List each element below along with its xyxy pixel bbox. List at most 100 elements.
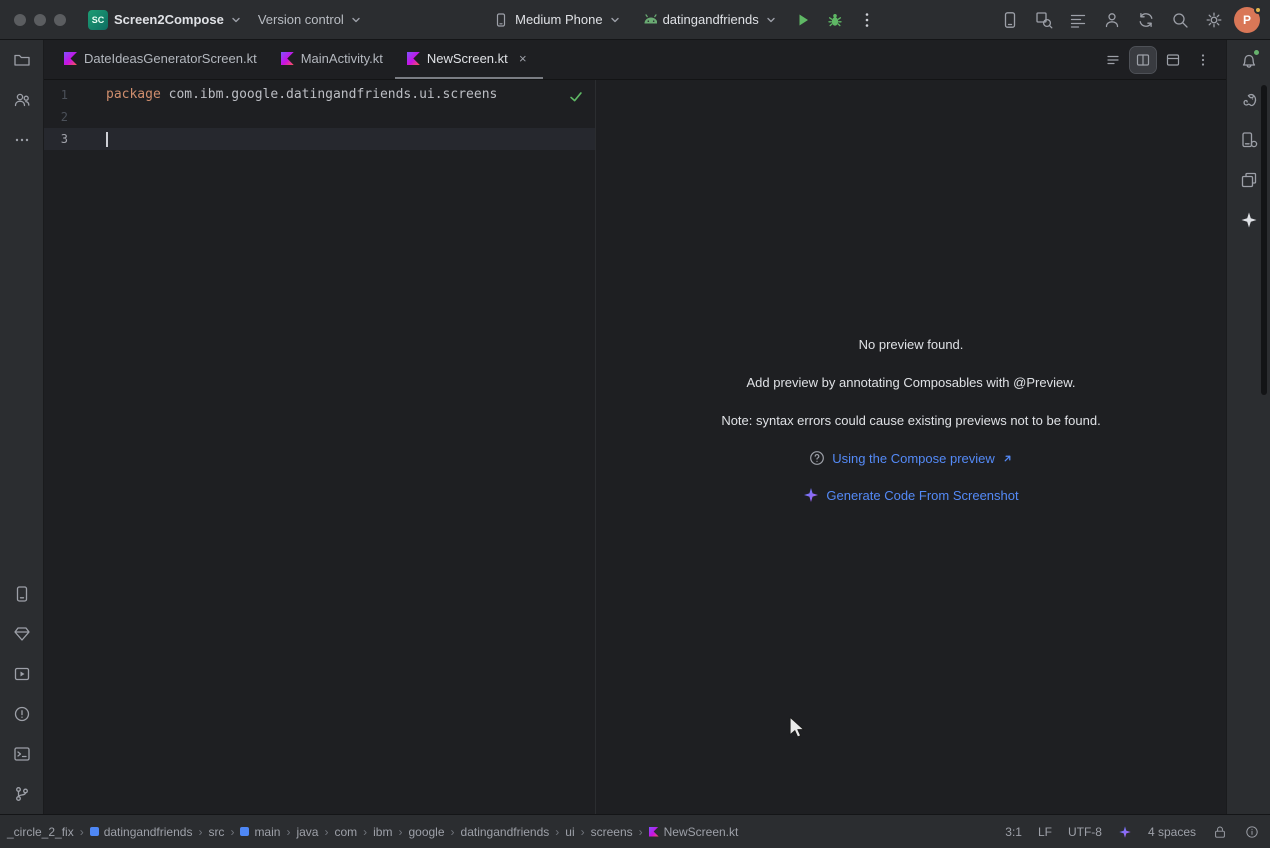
line-number[interactable]: 3 [44, 128, 68, 150]
chevron-down-icon [350, 14, 362, 26]
left-tool-strip [0, 40, 44, 814]
gradle-tool-button[interactable] [1235, 86, 1263, 114]
preview-scrollbar[interactable] [1261, 85, 1267, 395]
code-editor[interactable]: 1 package com.ibm.google.datingandfriend… [44, 80, 595, 814]
project-name: Screen2Compose [114, 12, 224, 27]
line-number[interactable]: 2 [44, 106, 68, 128]
device-selector[interactable]: Medium Phone [485, 7, 628, 33]
breadcrumb-item[interactable]: main [237, 823, 283, 841]
gradle-elephant-icon [1239, 90, 1259, 110]
chevron-down-icon [765, 14, 777, 26]
caret-position-widget[interactable]: 3:1 [1005, 825, 1022, 839]
kotlin-file-icon [281, 52, 294, 65]
avatar[interactable]: P [1234, 7, 1260, 33]
notifications-button[interactable] [1235, 46, 1263, 74]
run-tool-button[interactable] [8, 660, 36, 688]
breadcrumb-item[interactable]: ibm [370, 823, 395, 841]
tab-newscreen[interactable]: NewScreen.kt × [395, 40, 543, 79]
compose-preview-help-link[interactable]: Using the Compose preview [809, 450, 1013, 466]
breadcrumb-item[interactable]: com [331, 823, 360, 841]
build-variants-button[interactable] [1235, 166, 1263, 194]
encoding-widget[interactable]: UTF-8 [1068, 825, 1102, 839]
gear-icon [1204, 10, 1224, 30]
more-tool-windows-button[interactable] [8, 126, 36, 154]
play-box-icon [12, 664, 32, 684]
tab-mainactivity[interactable]: MainActivity.kt [269, 40, 395, 79]
run-configuration-selector[interactable]: datingandfriends [633, 7, 785, 33]
design-view-button[interactable] [1160, 47, 1186, 73]
indent-widget[interactable]: 4 spaces [1148, 825, 1196, 839]
close-tab-icon[interactable]: × [515, 51, 531, 67]
chevron-down-icon [230, 14, 242, 26]
project-selector[interactable]: SC Screen2Compose [80, 5, 250, 35]
avatar-initial: P [1243, 13, 1251, 27]
running-devices-button[interactable] [996, 6, 1024, 34]
folder-icon [12, 50, 32, 70]
search-everywhere-button[interactable] [1166, 6, 1194, 34]
titlebar: SC Screen2Compose Version control Medium… [0, 0, 1270, 40]
app-quality-insights-tool-button[interactable] [8, 620, 36, 648]
zoom-window-button[interactable] [54, 14, 66, 26]
tab-options-button[interactable] [1190, 47, 1216, 73]
breadcrumb-item[interactable]: datingandfriends [87, 823, 196, 841]
code-view-button[interactable] [1100, 47, 1126, 73]
terminal-tool-button[interactable] [8, 740, 36, 768]
breadcrumb-item[interactable]: datingandfriends [458, 823, 553, 841]
line-number[interactable]: 1 [44, 84, 68, 106]
version-control-tool-button[interactable] [8, 780, 36, 808]
compose-preview-panel: No preview found. Add preview by annotat… [595, 80, 1226, 814]
breadcrumb-item[interactable]: java [293, 823, 321, 841]
code-with-me-button[interactable] [1098, 6, 1126, 34]
tab-dateideasgeneratorscreen[interactable]: DateIdeasGeneratorScreen.kt [52, 40, 269, 79]
breadcrumb-item[interactable]: screens [588, 823, 636, 841]
generate-code-from-screenshot-link[interactable]: Generate Code From Screenshot [803, 487, 1018, 503]
minimize-window-button[interactable] [34, 14, 46, 26]
info-icon[interactable] [1244, 824, 1260, 840]
statusbar-widgets: 3:1 LF UTF-8 4 spaces [1005, 824, 1260, 840]
people-icon [12, 90, 32, 110]
tab-label: NewScreen.kt [427, 51, 508, 66]
kebab-menu-icon [1195, 52, 1211, 68]
inspection-status-widget[interactable] [567, 88, 585, 110]
device-manager-icon [1239, 130, 1259, 150]
lock-icon[interactable] [1212, 824, 1228, 840]
design-view-icon [1165, 52, 1181, 68]
commit-tool-button[interactable] [8, 86, 36, 114]
breadcrumb-separator: › [323, 825, 329, 839]
editor-mode-switcher [1100, 40, 1226, 79]
phone-icon [493, 12, 509, 28]
close-window-button[interactable] [14, 14, 26, 26]
gradle-sync-button[interactable] [1132, 6, 1160, 34]
code-line[interactable]: 1 package com.ibm.google.datingandfriend… [44, 84, 595, 106]
breadcrumb-separator: › [229, 825, 235, 839]
gemini-status-icon[interactable] [1118, 825, 1132, 839]
more-actions-button[interactable] [853, 6, 881, 34]
breadcrumb-item[interactable]: ui [562, 823, 577, 841]
breadcrumb-separator: › [79, 825, 85, 839]
running-devices-tool-button[interactable] [8, 580, 36, 608]
device-mirror-icon [1000, 10, 1020, 30]
split-view-button[interactable] [1130, 47, 1156, 73]
logcat-button[interactable] [1064, 6, 1092, 34]
code-line[interactable]: 2 [44, 106, 595, 128]
version-control-menu[interactable]: Version control [250, 7, 370, 32]
project-tool-button[interactable] [8, 46, 36, 74]
editor-column: DateIdeasGeneratorScreen.kt MainActivity… [44, 40, 1226, 814]
layout-inspector-button[interactable] [1030, 6, 1058, 34]
breadcrumb-separator: › [197, 825, 203, 839]
debug-button[interactable] [821, 6, 849, 34]
run-toolbar: Medium Phone datingandfriends [485, 6, 881, 34]
breadcrumb-item[interactable]: google [405, 823, 447, 841]
gemini-tool-button[interactable] [1235, 206, 1263, 234]
breadcrumb-item-file[interactable]: NewScreen.kt [646, 823, 742, 841]
settings-button[interactable] [1200, 6, 1228, 34]
line-separator-widget[interactable]: LF [1038, 825, 1052, 839]
device-manager-button[interactable] [1235, 126, 1263, 154]
breadcrumb-item[interactable]: src [205, 823, 227, 841]
window-controls [8, 14, 80, 26]
run-button[interactable] [789, 6, 817, 34]
code-line-caret[interactable]: 3 [44, 128, 595, 150]
chevron-down-icon [609, 14, 621, 26]
breadcrumb-item[interactable]: _circle_2_fix [4, 823, 77, 841]
problems-tool-button[interactable] [8, 700, 36, 728]
